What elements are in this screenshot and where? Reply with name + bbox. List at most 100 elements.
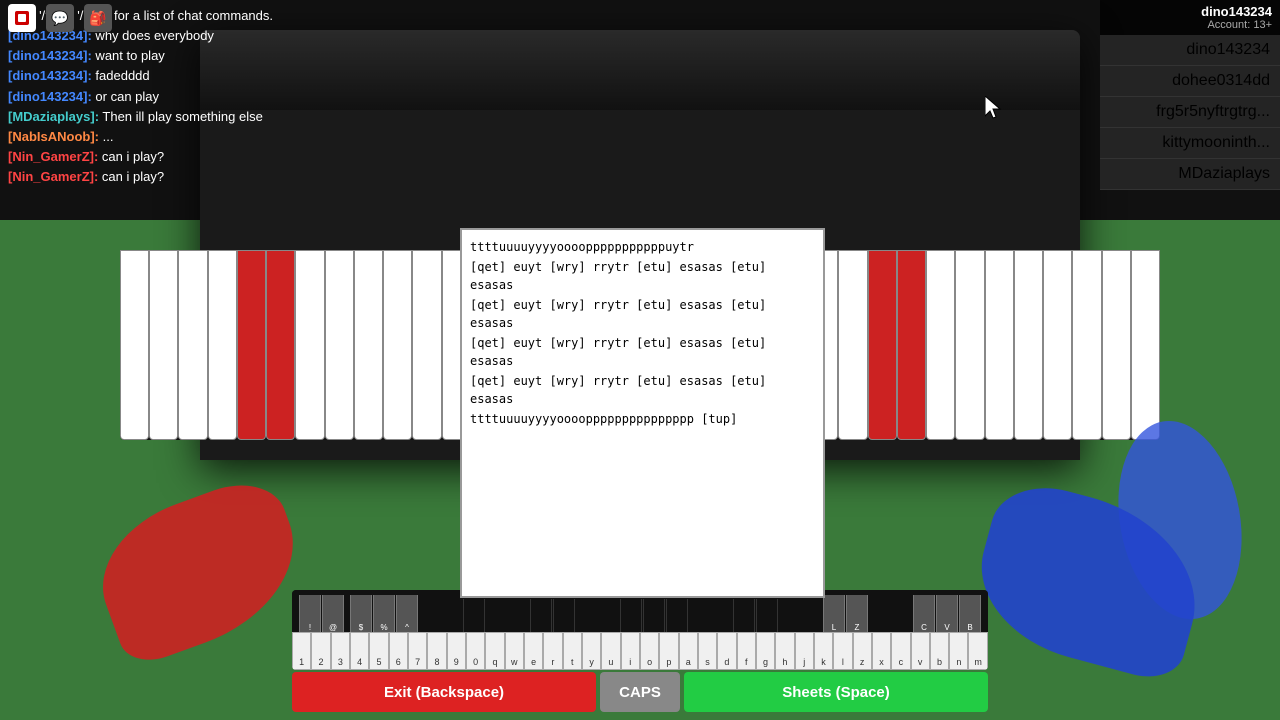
black-key-special[interactable]: @ — [322, 595, 344, 635]
keyboard-white-key[interactable]: h — [775, 632, 794, 670]
sheet-line: [qet] euyt [wry] rrytr [etu] esasas [etu… — [470, 334, 815, 370]
piano-key-red[interactable] — [868, 250, 897, 440]
keyboard-white-key[interactable]: s — [698, 632, 717, 670]
chat-message: [NabIsANoob]: ... — [8, 128, 492, 146]
black-key-special[interactable]: ! — [299, 595, 321, 635]
player-list-item[interactable]: dino143234 — [1100, 35, 1280, 66]
piano-key-white[interactable] — [1102, 250, 1131, 440]
current-player-name: dino143234 — [1108, 4, 1272, 19]
black-key[interactable] — [620, 599, 642, 635]
keyboard-white-key[interactable]: 2 — [311, 632, 330, 670]
piano-key-white[interactable] — [412, 250, 441, 440]
black-key[interactable] — [756, 599, 778, 635]
black-key[interactable] — [733, 599, 755, 635]
black-key-special[interactable]: ^ — [396, 595, 418, 635]
black-key-special[interactable]: V — [936, 595, 958, 635]
keyboard-white-key[interactable]: k — [814, 632, 833, 670]
piano-key-red[interactable] — [237, 250, 266, 440]
piano-left-display — [120, 250, 500, 440]
piano-key-white[interactable] — [208, 250, 237, 440]
keyboard-white-key[interactable]: 5 — [369, 632, 388, 670]
black-key-special[interactable]: Z — [846, 595, 868, 635]
black-key-special[interactable]: % — [373, 595, 395, 635]
chat-message: [MDaziaplays]: Then ill play something e… — [8, 108, 492, 126]
piano-right-white-keys — [780, 250, 1160, 440]
keyboard-white-key[interactable]: e — [524, 632, 543, 670]
keyboard-white-key[interactable]: m — [968, 632, 987, 670]
keyboard-white-key[interactable]: t — [563, 632, 582, 670]
keyboard-white-key[interactable]: q — [485, 632, 504, 670]
piano-key-white[interactable] — [1014, 250, 1043, 440]
sheet-music-modal[interactable]: ttttuuuuyyyyoooopppppppppppuytr[qet] euy… — [460, 228, 825, 598]
keyboard-white-key[interactable]: n — [949, 632, 968, 670]
chat-icon-button[interactable]: 💬 — [46, 4, 74, 32]
sheet-lines-container: ttttuuuuyyyyoooopppppppppppuytr[qet] euy… — [470, 238, 815, 428]
piano-key-white[interactable] — [955, 250, 984, 440]
keyboard-white-key[interactable]: 7 — [408, 632, 427, 670]
exit-button[interactable]: Exit (Backspace) — [292, 672, 596, 712]
black-key[interactable] — [463, 599, 485, 635]
piano-key-white[interactable] — [354, 250, 383, 440]
black-key[interactable] — [530, 599, 552, 635]
piano-key-white[interactable] — [1131, 250, 1160, 440]
black-key-special[interactable]: B — [959, 595, 981, 635]
roblox-logo-icon[interactable] — [8, 4, 36, 32]
keyboard-white-key[interactable]: 1 — [292, 632, 311, 670]
piano-key-white[interactable] — [325, 250, 354, 440]
black-key-special[interactable]: L — [823, 595, 845, 635]
keyboard-white-key[interactable]: 9 — [447, 632, 466, 670]
keyboard-white-key[interactable]: l — [833, 632, 852, 670]
black-key[interactable] — [666, 599, 688, 635]
sheet-line: [qet] euyt [wry] rrytr [etu] esasas [etu… — [470, 258, 815, 294]
keyboard-white-key[interactable]: f — [737, 632, 756, 670]
keyboard-white-key[interactable]: 4 — [350, 632, 369, 670]
keyboard-white-key[interactable]: r — [543, 632, 562, 670]
keyboard-white-key[interactable]: d — [717, 632, 736, 670]
keyboard-white-key[interactable]: a — [679, 632, 698, 670]
caps-button[interactable]: CAPS — [600, 672, 680, 712]
chat-messages: [dino143234]: why does everybody[dino143… — [8, 27, 492, 187]
keyboard-white-key[interactable]: 3 — [331, 632, 350, 670]
black-key[interactable] — [643, 599, 665, 635]
keyboard-white-key[interactable]: j — [795, 632, 814, 670]
keyboard-white-key[interactable]: 6 — [389, 632, 408, 670]
keyboard-white-key[interactable]: v — [911, 632, 930, 670]
inventory-icon-button[interactable]: 🎒 — [84, 4, 112, 32]
keyboard-white-key[interactable]: c — [891, 632, 910, 670]
piano-key-white[interactable] — [1043, 250, 1072, 440]
piano-key-white[interactable] — [1072, 250, 1101, 440]
keyboard-white-key[interactable]: g — [756, 632, 775, 670]
black-key-special[interactable]: C — [913, 595, 935, 635]
keyboard-white-key[interactable]: o — [640, 632, 659, 670]
keyboard-white-key[interactable]: 0 — [466, 632, 485, 670]
player-list-item[interactable]: MDaziaplays — [1100, 159, 1280, 190]
bottom-keyboard: ! @ $ % ^ L Z C V B 12 — [292, 590, 988, 670]
keyboard-white-key[interactable]: p — [659, 632, 678, 670]
piano-key-white[interactable] — [926, 250, 955, 440]
roblox-topbar: 💬 🎒 — [0, 0, 120, 36]
keyboard-white-key[interactable]: y — [582, 632, 601, 670]
player-list-item[interactable]: dohee0314dd — [1100, 66, 1280, 97]
player-list: dino143234 Account: 13+ dino143234dohee0… — [1100, 0, 1280, 190]
keyboard-white-key[interactable]: u — [601, 632, 620, 670]
player-list-item[interactable]: frg5r5nyftrgtrg... — [1100, 97, 1280, 128]
piano-key-white[interactable] — [120, 250, 149, 440]
piano-key-red[interactable] — [266, 250, 295, 440]
keyboard-white-key[interactable]: z — [853, 632, 872, 670]
keyboard-white-key[interactable]: x — [872, 632, 891, 670]
piano-key-red[interactable] — [897, 250, 926, 440]
keyboard-white-key[interactable]: w — [505, 632, 524, 670]
keyboard-white-key[interactable]: 8 — [427, 632, 446, 670]
piano-key-white[interactable] — [838, 250, 867, 440]
black-key-special[interactable]: $ — [350, 595, 372, 635]
keyboard-white-key[interactable]: i — [621, 632, 640, 670]
piano-key-white[interactable] — [383, 250, 412, 440]
piano-key-white[interactable] — [149, 250, 178, 440]
sheets-button[interactable]: Sheets (Space) — [684, 672, 988, 712]
piano-key-white[interactable] — [985, 250, 1014, 440]
black-key[interactable] — [553, 599, 575, 635]
piano-key-white[interactable] — [178, 250, 207, 440]
piano-key-white[interactable] — [295, 250, 324, 440]
player-list-item[interactable]: kittymooninth... — [1100, 128, 1280, 159]
keyboard-white-key[interactable]: b — [930, 632, 949, 670]
